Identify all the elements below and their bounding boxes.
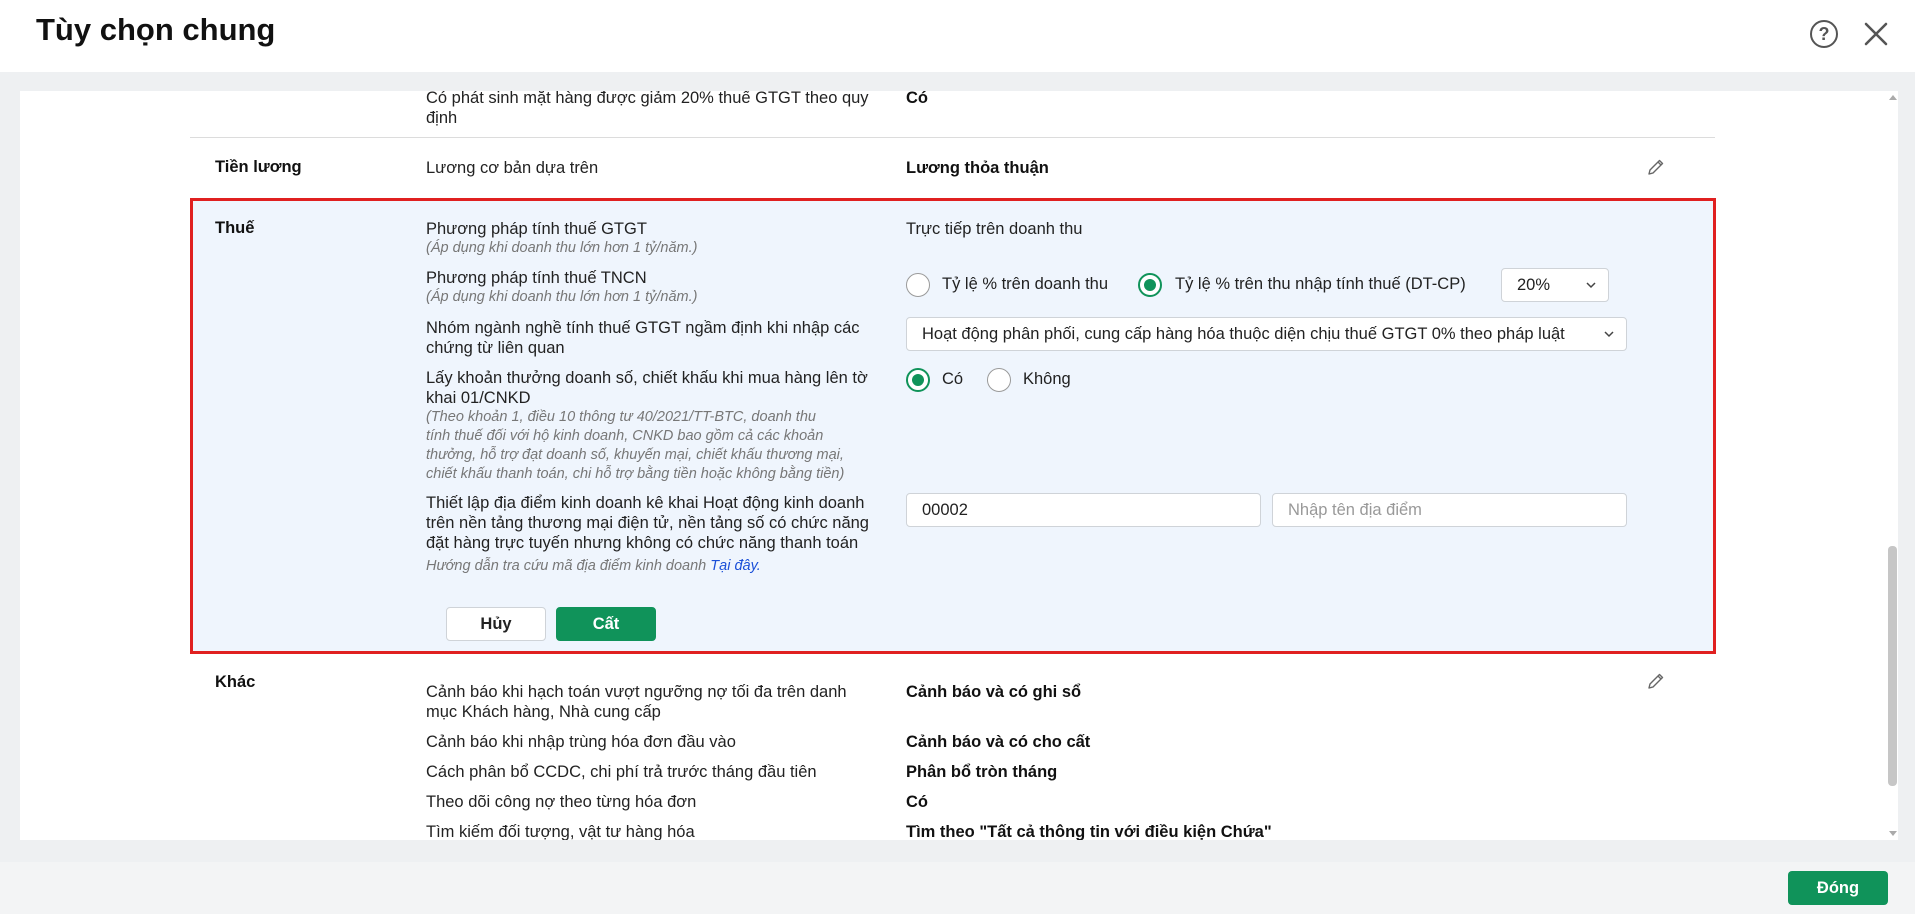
ccdc-allocation-value: Phân bổ tròn tháng: [906, 763, 1058, 781]
business-location-name-input[interactable]: [1272, 493, 1627, 527]
dialog-title: Tùy chọn chung: [36, 12, 276, 47]
bonus-discount-note-line4: chiết khấu thanh toán, chi hỗ trợ bằng t…: [426, 466, 845, 482]
bonus-no-label[interactable]: Không: [1023, 369, 1071, 389]
bonus-discount-note-line1: (Theo khoản 1, điều 10 thông tư 40/2021/…: [426, 409, 816, 425]
bonus-yes-label[interactable]: Có: [942, 369, 963, 389]
industry-group-label-line2: chứng từ liên quan: [426, 339, 565, 357]
tax-edit-section: [190, 198, 1716, 654]
vertical-scrollbar[interactable]: [1887, 91, 1898, 840]
save-button[interactable]: Cất: [556, 607, 656, 641]
business-location-label-line2: trên nền tảng thương mại điện tử, nền tả…: [426, 514, 869, 532]
pit-rate-select[interactable]: 20%: [1501, 268, 1609, 302]
dialog-header: Tùy chọn chung ?: [0, 0, 1915, 72]
vat-reduction-label-line2: định: [426, 109, 458, 127]
bonus-discount-label-line2: khai 01/CNKD: [426, 389, 531, 407]
pit-taxable-income-radio[interactable]: [1138, 273, 1162, 297]
edit-salary-pencil-icon[interactable]: [1646, 157, 1666, 177]
business-location-guide: Hướng dẫn tra cứu mã địa điểm kinh doanh…: [426, 557, 761, 577]
business-location-guide-link[interactable]: Tại đây.: [710, 558, 761, 574]
pit-revenue-radio[interactable]: [906, 273, 930, 297]
pit-rate-value: 20%: [1517, 276, 1551, 294]
search-object-value: Tìm theo "Tất cả thông tin với điều kiện…: [906, 823, 1272, 840]
industry-group-select[interactable]: Hoạt động phân phối, cung cấp hàng hóa t…: [906, 317, 1627, 351]
pit-taxable-income-radio-label[interactable]: Tỷ lệ % trên thu nhập tính thuế (DT-CP): [1175, 274, 1466, 294]
duplicate-invoice-label: Cảnh báo khi nhập trùng hóa đơn đầu vào: [426, 733, 736, 751]
section-title-tax: Thuế: [215, 219, 255, 237]
vat-reduction-value: Có: [906, 91, 928, 107]
business-location-label-line1: Thiết lập địa điểm kinh doanh kê khai Ho…: [426, 494, 865, 512]
cancel-button[interactable]: Hủy: [446, 607, 546, 641]
debt-warning-value: Cảnh báo và có ghi sổ: [906, 683, 1082, 701]
bonus-discount-label-line1: Lấy khoản thưởng doanh số, chiết khấu kh…: [426, 369, 868, 387]
debt-tracking-label: Theo dõi công nợ theo từng hóa đơn: [426, 793, 697, 811]
debt-tracking-value: Có: [906, 793, 928, 811]
close-button[interactable]: Đóng: [1788, 871, 1888, 905]
ccdc-allocation-label: Cách phân bổ CCDC, chi phí trả trước thá…: [426, 763, 817, 781]
business-location-label-line3: đặt hàng trực tuyến nhưng không có chức …: [426, 534, 859, 552]
bonus-yes-radio[interactable]: [906, 368, 930, 392]
settings-panel: Có phát sinh mặt hàng được giảm 20% thuế…: [20, 91, 1898, 840]
section-divider: [190, 137, 1715, 138]
vat-reduction-label-line1: Có phát sinh mặt hàng được giảm 20% thuế…: [426, 91, 869, 107]
section-title-other: Khác: [215, 673, 256, 691]
vat-method-label: Phương pháp tính thuế GTGT: [426, 220, 647, 238]
bonus-no-radio[interactable]: [987, 368, 1011, 392]
debt-warning-label-line2: mục Khách hàng, Nhà cung cấp: [426, 703, 661, 721]
debt-warning-label-line1: Cảnh báo khi hạch toán vượt ngưỡng nợ tố…: [426, 683, 847, 701]
base-salary-value: Lương thỏa thuận: [906, 159, 1049, 177]
section-title-salary: Tiền lương: [215, 158, 302, 176]
scrollbar-thumb[interactable]: [1888, 546, 1897, 786]
pit-method-label: Phương pháp tính thuế TNCN: [426, 269, 647, 287]
industry-group-label-line1: Nhóm ngành nghề tính thuế GTGT ngầm định…: [426, 319, 860, 337]
search-object-label: Tìm kiếm đối tượng, vật tư hàng hóa: [426, 823, 695, 840]
scroll-up-arrow-icon[interactable]: [1889, 95, 1897, 100]
scroll-down-arrow-icon[interactable]: [1889, 831, 1897, 836]
edit-other-pencil-icon[interactable]: [1646, 671, 1666, 691]
duplicate-invoice-value: Cảnh báo và có cho cất: [906, 733, 1091, 751]
business-location-code-input[interactable]: [906, 493, 1261, 527]
chevron-down-icon: [1604, 331, 1614, 338]
close-icon[interactable]: [1860, 18, 1892, 50]
industry-group-value: Hoạt động phân phối, cung cấp hàng hóa t…: [922, 325, 1565, 343]
vat-method-value: Trực tiếp trên doanh thu: [906, 220, 1083, 238]
bonus-discount-note-line3: thưởng, hỗ trợ đạt doanh số, khuyến mại,…: [426, 447, 844, 463]
bonus-discount-note-line2: tính thuế đối với hộ kinh doanh, CNKD ba…: [426, 428, 824, 444]
business-location-guide-text: Hướng dẫn tra cứu mã địa điểm kinh doanh: [426, 558, 711, 574]
pit-method-note: (Áp dụng khi doanh thu lớn hơn 1 tỷ/năm.…: [426, 289, 698, 305]
pit-revenue-radio-label[interactable]: Tỷ lệ % trên doanh thu: [942, 274, 1108, 294]
base-salary-label: Lương cơ bản dựa trên: [426, 159, 599, 177]
chevron-down-icon: [1586, 282, 1596, 289]
dialog-footer: [0, 862, 1915, 914]
help-icon[interactable]: ?: [1810, 20, 1838, 48]
vat-method-note: (Áp dụng khi doanh thu lớn hơn 1 tỷ/năm.…: [426, 240, 698, 256]
